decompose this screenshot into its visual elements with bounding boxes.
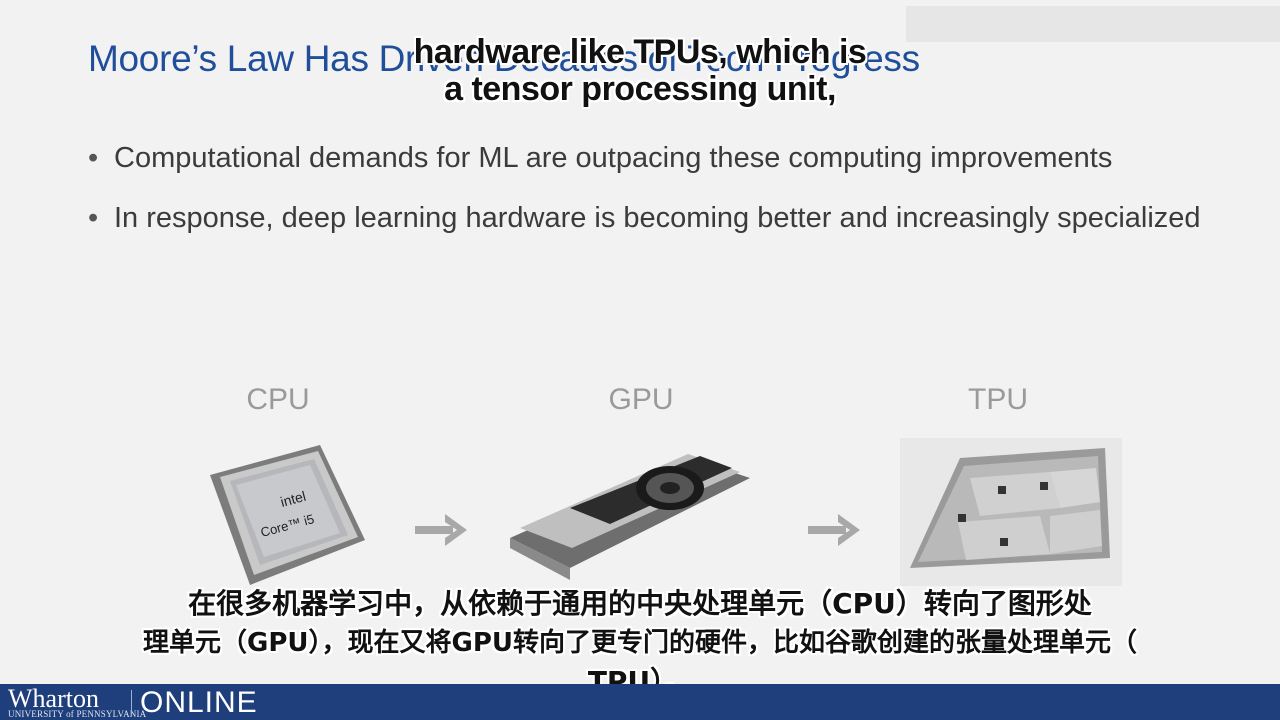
- bullet-item: • In response, deep learning hardware is…: [88, 198, 1228, 238]
- bullet-text: In response, deep learning hardware is b…: [114, 202, 1201, 234]
- subtitle-chinese-line-1: 在很多机器学习中，从依赖于通用的中央处理单元（CPU）转向了图形处: [188, 587, 1092, 620]
- bullet-text: Computational demands for ML are outpaci…: [114, 142, 1113, 174]
- arrow-right-icon: [415, 514, 467, 546]
- tpu-board-image: [900, 438, 1122, 586]
- tpu-label: TPU: [968, 383, 1028, 416]
- subtitle-english-line-1: hardware like TPUs, which is: [413, 33, 867, 71]
- cpu-label: CPU: [246, 383, 310, 416]
- logo-divider: [131, 690, 132, 716]
- bullet-dot-icon: •: [88, 202, 99, 234]
- subtitle-chinese-line-2: 理单元（GPU），现在又将GPU转向了更专门的硬件，比如谷歌创建的张量处理单元（: [142, 628, 1138, 658]
- arrow-right-icon: [808, 514, 860, 546]
- gpu-label: GPU: [608, 383, 674, 416]
- online-label: ONLINE: [140, 686, 258, 719]
- bullet-item: • Computational demands for ML are outpa…: [88, 138, 1228, 178]
- gpu-card-image: [510, 454, 750, 580]
- bullet-dot-icon: •: [88, 142, 99, 174]
- bullet-list: • Computational demands for ML are outpa…: [88, 138, 1228, 258]
- cpu-chip-image: intel Core™ i5: [210, 445, 365, 585]
- subtitle-english-line-2: a tensor processing unit,: [444, 70, 836, 108]
- university-text: UNIVERSITY of PENNSYLVANIA: [8, 709, 147, 719]
